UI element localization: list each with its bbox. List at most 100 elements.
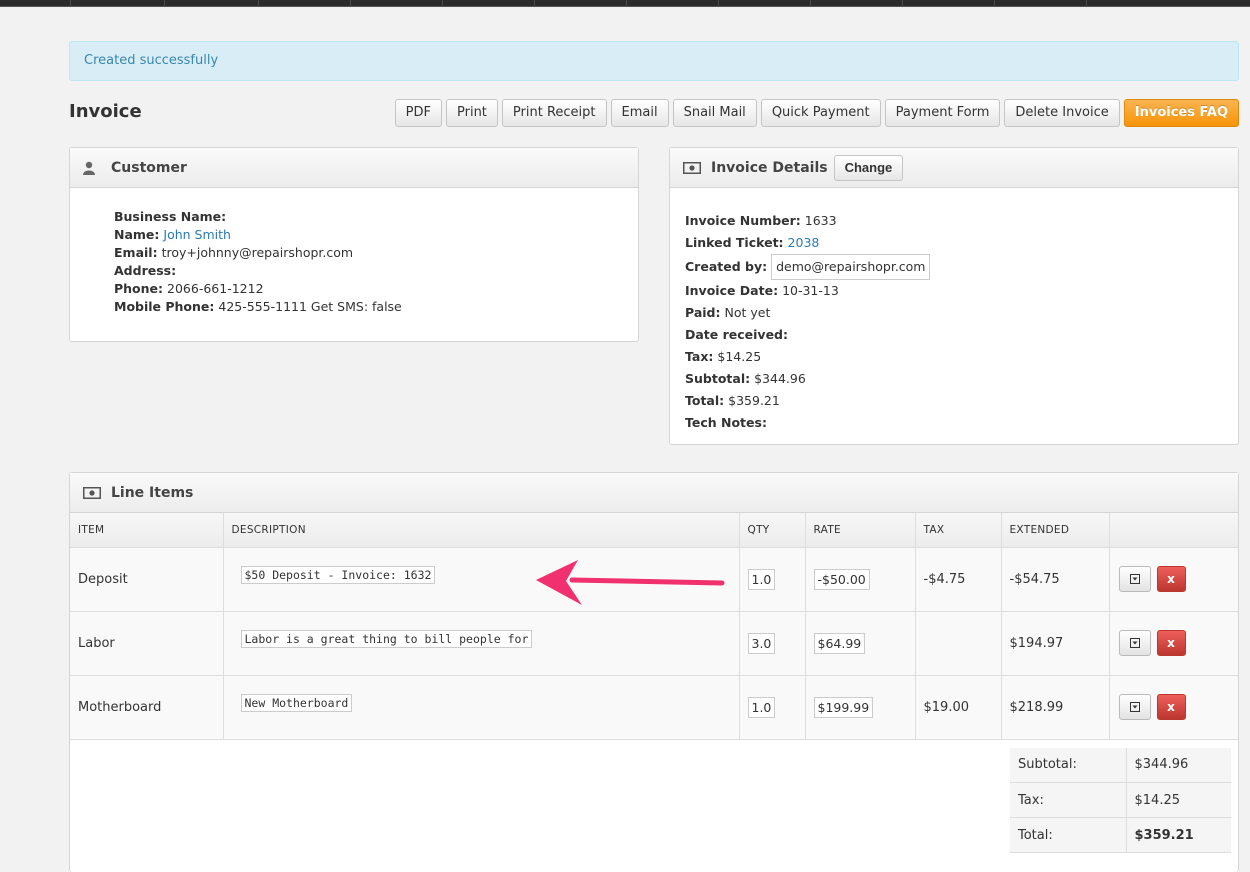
mobile-phone-label: Mobile Phone:	[114, 299, 215, 314]
user-icon	[83, 161, 101, 175]
created-by-value[interactable]: demo@repairshopr.com	[771, 254, 931, 280]
edit-item-button[interactable]	[1118, 566, 1151, 592]
actions-cell: x	[1109, 611, 1238, 676]
qty-field[interactable]: 3.0	[747, 632, 776, 654]
tax-cell: -$4.75	[915, 547, 1002, 612]
invoices-faq-button[interactable]: Invoices FAQ	[1123, 99, 1239, 127]
qty-cell: 1.0	[739, 547, 806, 612]
snail-mail-button[interactable]: Snail Mail	[672, 99, 757, 127]
remove-item-button[interactable]: x	[1156, 630, 1186, 656]
qty-field[interactable]: 1.0	[747, 696, 776, 718]
remove-item-button[interactable]: x	[1156, 694, 1186, 720]
line-items-table: ITEM DESCRIPTION QTY RATE TAX EXTENDED D…	[70, 513, 1238, 740]
totals-row: Total: $359.21	[1010, 817, 1231, 853]
line-items-title: Line Items	[111, 484, 194, 501]
column-header-extended: EXTENDED	[1001, 513, 1110, 548]
address-label: Address:	[114, 263, 177, 278]
linked-ticket-label: Linked Ticket:	[685, 235, 784, 250]
extended-cell: $218.99	[1001, 675, 1110, 740]
customer-mobile: 425-555-1111 Get SMS: false	[218, 299, 402, 314]
invoice-number-label: Invoice Number:	[685, 213, 801, 228]
tax-label: Tax:	[685, 349, 714, 364]
customer-email: troy+johnny@repairshopr.com	[161, 245, 354, 260]
paid-label: Paid:	[685, 305, 721, 320]
delete-invoice-button[interactable]: Delete Invoice	[1004, 99, 1120, 127]
money-icon	[683, 161, 701, 174]
subtotal-label: Subtotal:	[685, 371, 751, 386]
created-by-label: Created by:	[685, 259, 768, 274]
print-receipt-button[interactable]: Print Receipt	[501, 99, 607, 127]
description-cell: New Motherboard	[223, 675, 740, 740]
description-field[interactable]: Labor is a great thing to bill people fo…	[240, 630, 533, 648]
archive-icon	[1129, 702, 1140, 712]
name-label: Name:	[114, 227, 160, 242]
customer-phone: 2066-661-1212	[167, 281, 264, 296]
totals-total-value: $359.21	[1126, 817, 1231, 853]
invoice-number-value: 1633	[804, 213, 837, 228]
column-header-rate: RATE	[805, 513, 916, 548]
column-header-tax: TAX	[915, 513, 1002, 548]
extended-cell: $194.97	[1001, 611, 1110, 676]
rate-cell: $64.99	[805, 611, 916, 676]
description-cell: Labor is a great thing to bill people fo…	[223, 611, 740, 676]
totals-tax-value: $14.25	[1126, 782, 1231, 818]
tax-cell: $19.00	[915, 675, 1002, 740]
edit-item-button[interactable]	[1118, 630, 1151, 656]
rate-field[interactable]: $64.99	[813, 632, 866, 654]
tech-notes-label: Tech Notes:	[685, 415, 767, 430]
total-value: $359.21	[728, 393, 780, 408]
column-header-actions	[1109, 513, 1238, 548]
actions-cell: x	[1109, 547, 1238, 612]
total-label: Total:	[685, 393, 725, 408]
item-cell: Motherboard	[70, 675, 224, 740]
description-field[interactable]: $50 Deposit - Invoice: 1632	[240, 566, 436, 584]
table-row: Motherboard New Motherboard 1.0 $199.99 …	[70, 675, 1238, 740]
subtotal-value: $344.96	[754, 371, 806, 386]
column-header-qty: QTY	[739, 513, 806, 548]
print-button[interactable]: Print	[446, 99, 498, 127]
email-label: Email:	[114, 245, 158, 260]
email-button[interactable]: Email	[610, 99, 669, 127]
totals-subtotal-value: $344.96	[1126, 747, 1231, 783]
totals-table: Subtotal: $344.96 Tax: $14.25 Total: $35…	[1010, 747, 1231, 853]
qty-field[interactable]: 1.0	[747, 568, 776, 590]
annotation-arrow-icon	[536, 560, 725, 605]
archive-icon	[1129, 574, 1140, 584]
line-items-panel: Line Items ITEM DESCRIPTION QTY RATE TAX…	[69, 472, 1239, 872]
money-icon	[83, 486, 101, 499]
edit-item-button[interactable]	[1118, 694, 1151, 720]
rate-field[interactable]: -$50.00	[813, 568, 870, 590]
customer-panel: Customer Business Name: Name: John Smith…	[69, 147, 639, 342]
invoice-details-title: Invoice Details	[711, 159, 828, 176]
customer-panel-title: Customer	[111, 159, 187, 176]
extended-cell: -$54.75	[1001, 547, 1110, 612]
totals-total-label: Total:	[1010, 817, 1127, 853]
qty-cell: 1.0	[739, 675, 806, 740]
description-field[interactable]: New Motherboard	[240, 694, 353, 712]
totals-area: Subtotal: $344.96 Tax: $14.25 Total: $35…	[70, 739, 1238, 870]
rate-field[interactable]: $199.99	[813, 696, 874, 718]
top-nav-bar	[0, 0, 1250, 7]
customer-details: Business Name: Name: John Smith Email: t…	[70, 188, 638, 316]
remove-item-button[interactable]: x	[1156, 566, 1186, 592]
payment-form-button[interactable]: Payment Form	[884, 99, 1001, 127]
alert-message: Created successfully	[84, 53, 219, 68]
column-header-description: DESCRIPTION	[223, 513, 740, 548]
line-items-header: Line Items	[70, 473, 1238, 513]
qty-cell: 3.0	[739, 611, 806, 676]
totals-row: Subtotal: $344.96	[1010, 747, 1231, 783]
rate-cell: -$50.00	[805, 547, 916, 612]
success-alert: Created successfully	[69, 41, 1239, 81]
linked-ticket-link[interactable]: 2038	[788, 235, 820, 250]
rate-cell: $199.99	[805, 675, 916, 740]
actions-cell: x	[1109, 675, 1238, 740]
pdf-button[interactable]: PDF	[394, 99, 442, 127]
change-button[interactable]: Change	[833, 154, 904, 181]
invoice-details-panel: Invoice Details Change Invoice Number: 1…	[669, 147, 1239, 445]
quick-payment-button[interactable]: Quick Payment	[760, 99, 881, 127]
column-header-item: ITEM	[70, 513, 224, 548]
tax-cell	[915, 611, 1002, 676]
item-cell: Labor	[70, 611, 224, 676]
customer-name-link[interactable]: John Smith	[163, 227, 231, 242]
table-row: Labor Labor is a great thing to bill peo…	[70, 611, 1238, 676]
